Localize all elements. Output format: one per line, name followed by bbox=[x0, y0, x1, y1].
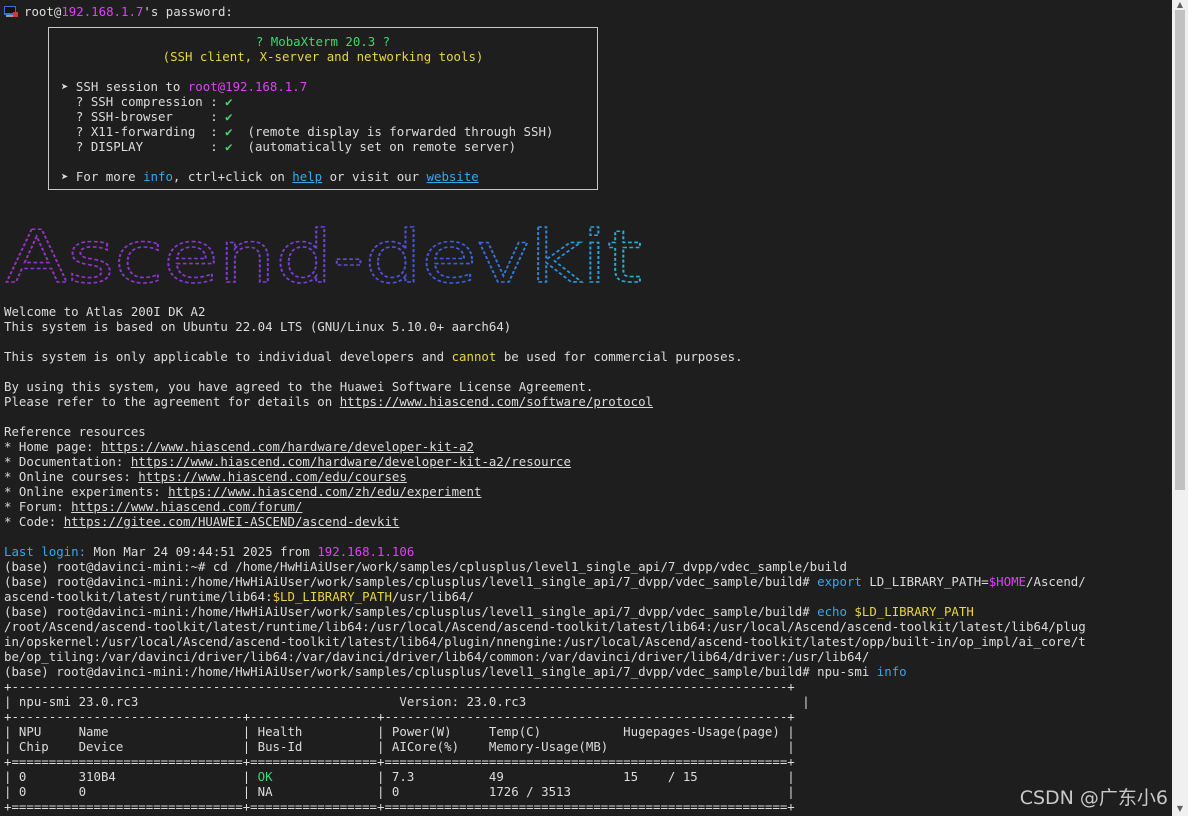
output-line: in/opskernel:/usr/local/Ascend/ascend-to… bbox=[4, 634, 1086, 649]
resource-link[interactable]: https://gitee.com/HUAWEI-ASCEND/ascend-d… bbox=[64, 514, 400, 529]
resource-item: * Code: https://gitee.com/HUAWEI-ASCEND/… bbox=[4, 514, 400, 529]
resource-link[interactable]: https://www.hiascend.com/hardware/develo… bbox=[101, 439, 474, 454]
website-link[interactable]: website bbox=[427, 169, 479, 184]
banner-feature-browser: ? SSH-browser : ✔ bbox=[61, 109, 233, 124]
npu-table-row: | 0 0 | NA | 0 1726 / 3513 | bbox=[4, 784, 795, 799]
output-line: /root/Ascend/ascend-toolkit/latest/runti… bbox=[4, 619, 1086, 634]
scroll-down-icon[interactable]: ▼ bbox=[1172, 804, 1188, 816]
command-line: (base) root@davinci-mini:~# cd /home/HwH… bbox=[4, 559, 847, 574]
banner-feature-display: ? DISPLAY : ✔ (automatically set on remo… bbox=[61, 139, 517, 154]
health-status: OK bbox=[257, 769, 273, 784]
npu-table-header: | NPU Name | Health | Power(W) Temp(C) H… bbox=[4, 724, 795, 739]
info-link[interactable]: info bbox=[143, 169, 173, 184]
scrollbar-thumb[interactable] bbox=[1175, 10, 1185, 490]
npu-table-border: +---------------------------------------… bbox=[4, 679, 795, 694]
resource-item: * Forum: https://www.hiascend.com/forum/ bbox=[4, 499, 303, 514]
resource-link[interactable]: https://www.hiascend.com/forum/ bbox=[71, 499, 302, 514]
npu-table-version-row: | npu-smi 23.0.rc3 Version: 23.0.rc3 | bbox=[4, 694, 810, 709]
command-line-continued: ascend-toolkit/latest/runtime/lib64:$LD_… bbox=[4, 589, 474, 604]
command-line: (base) root@davinci-mini:/home/HwHiAiUse… bbox=[4, 604, 974, 619]
protocol-link[interactable]: https://www.hiascend.com/software/protoc… bbox=[340, 394, 653, 409]
help-link[interactable]: help bbox=[292, 169, 322, 184]
system-info-line: This system is based on Ubuntu 22.04 LTS… bbox=[4, 319, 512, 334]
npu-table-separator: +===============================+=======… bbox=[4, 799, 795, 814]
resource-link[interactable]: https://www.hiascend.com/edu/courses bbox=[138, 469, 407, 484]
resource-link[interactable]: https://www.hiascend.com/hardware/develo… bbox=[131, 454, 571, 469]
npu-table-separator: +-------------------------------+-------… bbox=[4, 709, 795, 724]
terminal-icon bbox=[4, 6, 18, 17]
resource-item: * Online courses: https://www.hiascend.c… bbox=[4, 469, 407, 484]
output-line: be/op_tiling:/var/davinci/driver/lib64:/… bbox=[4, 649, 870, 664]
banner-session-line: ➤ SSH session to root@192.168.1.7 bbox=[61, 79, 308, 94]
license-line: By using this system, you have agreed to… bbox=[4, 379, 594, 394]
command-line: (base) root@davinci-mini:/home/HwHiAiUse… bbox=[4, 574, 1086, 589]
banner-more-line: ➤ For more info, ctrl+click on help or v… bbox=[61, 169, 479, 184]
password-prompt: root@192.168.1.7's password: bbox=[4, 4, 233, 19]
banner-title: ? MobaXterm 20.3 ? bbox=[255, 34, 391, 49]
last-login-line: Last login: Mon Mar 24 09:44:51 2025 fro… bbox=[4, 544, 415, 559]
resource-link[interactable]: https://www.hiascend.com/zh/edu/experime… bbox=[168, 484, 481, 499]
usage-notice-line: This system is only applicable to indivi… bbox=[4, 349, 743, 364]
resource-item: * Home page: https://www.hiascend.com/ha… bbox=[4, 439, 474, 454]
command-line: (base) root@davinci-mini:/home/HwHiAiUse… bbox=[4, 664, 907, 679]
npu-table-header: | Chip Device | Bus-Id | AICore(%) Memor… bbox=[4, 739, 795, 754]
resource-item: * Documentation: https://www.hiascend.co… bbox=[4, 454, 571, 469]
npu-table-separator: +===============================+=======… bbox=[4, 754, 795, 769]
resources-heading: Reference resources bbox=[4, 424, 146, 439]
welcome-line: Welcome to Atlas 200I DK A2 bbox=[4, 304, 206, 319]
npu-table-row: | 0 310B4 | OK | 7.3 49 15 / 15 | bbox=[4, 769, 795, 784]
mobaxterm-banner: ? MobaXterm 20.3 ? (SSH client, X-server… bbox=[48, 27, 598, 190]
banner-feature-x11: ? X11-forwarding : ✔ (remote display is … bbox=[61, 124, 554, 139]
ascend-devkit-logo: Ascend-devkit bbox=[5, 220, 643, 295]
banner-subtitle: (SSH client, X-server and networking too… bbox=[162, 49, 484, 64]
resource-item: * Online experiments: https://www.hiasce… bbox=[4, 484, 482, 499]
svg-text:Ascend-devkit: Ascend-devkit bbox=[6, 220, 642, 295]
banner-feature-compression: ? SSH compression : ✔ bbox=[61, 94, 233, 109]
license-refer-line: Please refer to the agreement for detail… bbox=[4, 394, 654, 409]
terminal-window[interactable]: root@192.168.1.7's password: ? MobaXterm… bbox=[0, 0, 1172, 816]
watermark: CSDN @广东小6 bbox=[1019, 787, 1168, 809]
vertical-scrollbar[interactable]: ▲ ▼ bbox=[1172, 0, 1188, 816]
